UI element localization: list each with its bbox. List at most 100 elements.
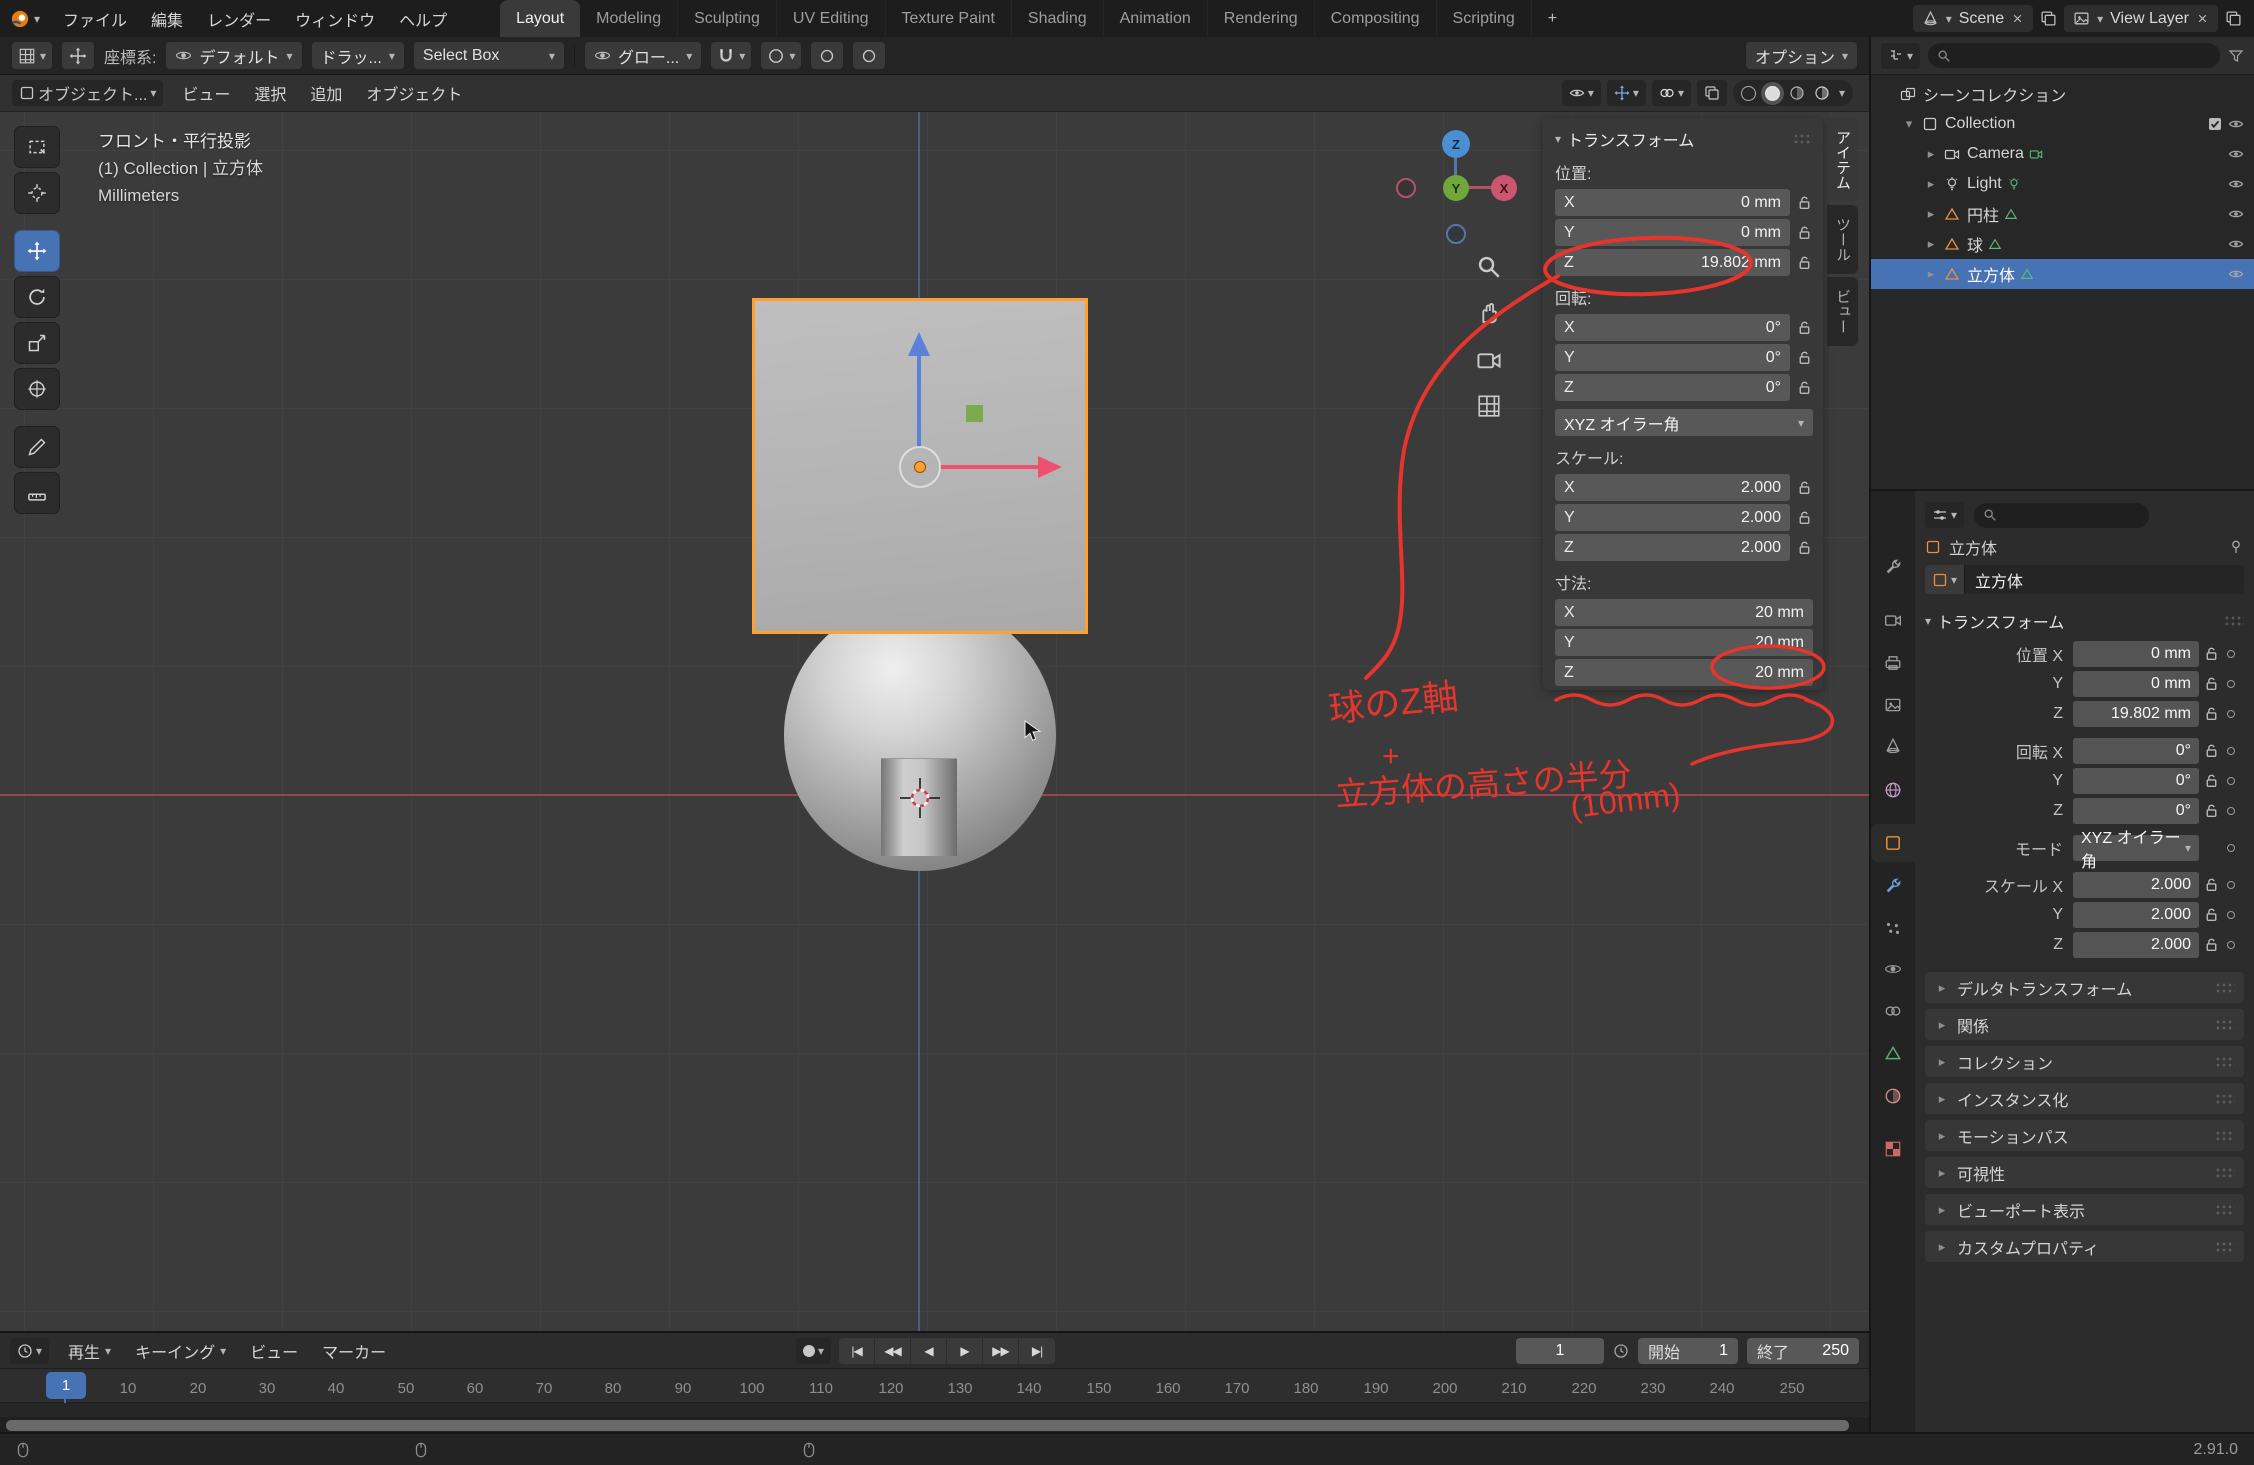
copy-scene-icon[interactable] bbox=[2040, 10, 2057, 27]
workspace-tab-texture-paint[interactable]: Texture Paint bbox=[886, 0, 1012, 37]
scene-selector[interactable]: ▾ Scene bbox=[1912, 5, 2034, 32]
breadcrumb-label[interactable]: 立方体 bbox=[1949, 535, 1997, 559]
expand-icon[interactable]: ▸ bbox=[1923, 176, 1939, 192]
collapse-icon[interactable]: ▾ bbox=[1901, 116, 1917, 132]
tool-scale[interactable] bbox=[14, 322, 60, 364]
lock-icon[interactable] bbox=[2203, 936, 2220, 953]
toggle-button-b[interactable] bbox=[853, 42, 886, 69]
tool-transform[interactable] bbox=[14, 368, 60, 410]
active-tool-icon-button[interactable] bbox=[62, 42, 95, 69]
view-layer-selector[interactable]: ▾ View Layer bbox=[2064, 5, 2218, 32]
chevron-down-icon[interactable]: ▾ bbox=[1839, 87, 1845, 99]
transport-button-4[interactable]: ▶▶ bbox=[983, 1338, 1020, 1364]
zoom-icon[interactable] bbox=[1476, 254, 1502, 280]
timeline-menu[interactable]: キーイング ▾ bbox=[124, 1335, 237, 1367]
transform-value-field[interactable]: 0° bbox=[2073, 767, 2199, 794]
gizmo-plane-handle[interactable] bbox=[966, 405, 983, 422]
dimensions-z-field[interactable]: Z 20 mm bbox=[1555, 659, 1813, 686]
solid-shading-button[interactable] bbox=[1764, 85, 1780, 101]
nav-axis-x-negative[interactable] bbox=[1396, 178, 1416, 198]
workspace-tab-scripting[interactable]: Scripting bbox=[1437, 0, 1532, 37]
drag-grip-icon[interactable] bbox=[1793, 133, 1813, 145]
animate-dot-icon[interactable] bbox=[2227, 649, 2235, 658]
topbar-menu[interactable]: ヘルプ bbox=[388, 3, 458, 35]
nav-axis-y[interactable]: Y bbox=[1443, 175, 1469, 201]
timeline-menu[interactable]: マーカー bbox=[311, 1335, 397, 1367]
playhead-badge[interactable]: 1 bbox=[46, 1372, 86, 1399]
animate-dot-icon[interactable] bbox=[2227, 746, 2235, 755]
xray-toggle[interactable] bbox=[1696, 80, 1727, 106]
tool-measure[interactable] bbox=[14, 472, 60, 514]
select-mode-dropdown[interactable]: Select Box ▾ bbox=[413, 42, 564, 69]
tool-cursor[interactable] bbox=[14, 172, 60, 214]
timeline-ruler[interactable]: 1 10 20 30 40 50 60 70 80 90 100 110 120 130 140 150 16… bbox=[0, 1369, 1869, 1403]
scale-y-field[interactable]: Y 2.000 bbox=[1555, 504, 1790, 531]
timeline-menu[interactable]: 再生 ▾ bbox=[57, 1335, 122, 1367]
animate-dot-icon[interactable] bbox=[2227, 880, 2235, 889]
properties-editor-type-button[interactable]: ▾ bbox=[1925, 502, 1965, 528]
workspace-tab-rendering[interactable]: Rendering bbox=[1208, 0, 1315, 37]
lock-icon[interactable] bbox=[1796, 254, 1813, 271]
properties-tab-world[interactable] bbox=[1871, 771, 1915, 809]
lock-icon[interactable] bbox=[1796, 194, 1813, 211]
pin-icon[interactable] bbox=[2228, 539, 2244, 555]
workspace-tab-modeling[interactable]: Modeling bbox=[580, 0, 679, 37]
dimensions-y-field[interactable]: Y 20 mm bbox=[1555, 629, 1813, 656]
perspective-toggle-icon[interactable] bbox=[1476, 393, 1502, 419]
properties-tab-object[interactable] bbox=[1871, 824, 1915, 862]
expand-icon[interactable]: ▸ bbox=[1923, 266, 1939, 282]
properties-tab-texture[interactable] bbox=[1871, 1130, 1915, 1168]
expand-icon[interactable]: ▸ bbox=[1923, 236, 1939, 252]
animate-dot-icon[interactable] bbox=[2227, 843, 2235, 852]
properties-tab-output[interactable] bbox=[1871, 644, 1915, 682]
transform-value-field[interactable]: 0 mm bbox=[2073, 640, 2199, 667]
properties-tab-tool[interactable] bbox=[1871, 548, 1915, 586]
gizmo-z-arrowhead-icon[interactable] bbox=[908, 332, 930, 356]
timeline-menu[interactable]: ビュー bbox=[239, 1335, 309, 1367]
rotation-mode-dropdown[interactable]: XYZ オイラー角 ▾ bbox=[1555, 409, 1813, 436]
lock-icon[interactable] bbox=[1796, 479, 1813, 496]
transform-panel-header[interactable]: ▾ トランスフォーム bbox=[1555, 127, 1813, 151]
topbar-menu[interactable]: ファイル bbox=[52, 3, 138, 35]
timeline-editor-type-button[interactable]: ▾ bbox=[10, 1337, 50, 1364]
eye-icon[interactable] bbox=[2228, 146, 2244, 162]
copy-view-layer-icon[interactable] bbox=[2225, 10, 2242, 27]
transform-value-field[interactable]: 2.000 bbox=[2073, 931, 2199, 958]
panel-section[interactable]: ▸ モーションパス bbox=[1925, 1120, 2244, 1151]
properties-tab-modifiers[interactable] bbox=[1871, 867, 1915, 905]
eye-icon[interactable] bbox=[2228, 266, 2244, 282]
lock-icon[interactable] bbox=[1796, 349, 1813, 366]
pivot-dropdown[interactable]: グロー... ▾ bbox=[584, 42, 702, 69]
gizmo-x-arrow[interactable] bbox=[940, 465, 1040, 469]
lock-icon[interactable] bbox=[1796, 509, 1813, 526]
visibility-dropdown[interactable]: ▾ bbox=[1561, 80, 1601, 106]
transform-section-header[interactable]: ▾ トランスフォーム bbox=[1925, 606, 2244, 636]
panel-section[interactable]: ▸ 関係 bbox=[1925, 1009, 2244, 1040]
nav-axis-z[interactable]: Z bbox=[1442, 130, 1470, 158]
lock-icon[interactable] bbox=[2203, 906, 2220, 923]
workspace-tab-uv-editing[interactable]: UV Editing bbox=[777, 0, 886, 37]
transport-button-3[interactable]: ▶ bbox=[947, 1338, 984, 1364]
transform-value-field[interactable]: 0° bbox=[2073, 797, 2199, 824]
drag-action-dropdown[interactable]: ドラッ... ▾ bbox=[311, 42, 404, 69]
close-icon[interactable] bbox=[2011, 12, 2024, 25]
rendered-shading-button[interactable] bbox=[1814, 85, 1830, 101]
tool-move[interactable] bbox=[14, 230, 60, 272]
object-selector-button[interactable]: ▾ bbox=[1925, 565, 1965, 594]
transform-value-field[interactable]: 2.000 bbox=[2073, 871, 2199, 898]
transform-value-field[interactable]: 2.000 bbox=[2073, 901, 2199, 928]
outliner-row[interactable]: ▸ Camera bbox=[1871, 139, 2254, 169]
scale-z-field[interactable]: Z 2.000 bbox=[1555, 534, 1790, 561]
lock-icon[interactable] bbox=[1796, 379, 1813, 396]
topbar-menu[interactable]: レンダー bbox=[196, 3, 282, 35]
topbar-menu[interactable]: 編集 bbox=[140, 3, 194, 35]
animate-dot-icon[interactable] bbox=[2227, 679, 2235, 688]
rotation-x-field[interactable]: X 0° bbox=[1555, 314, 1790, 341]
panel-section[interactable]: ▸ コレクション bbox=[1925, 1046, 2244, 1077]
end-frame-field[interactable]: 終了 250 bbox=[1747, 1337, 1859, 1364]
properties-tab-render[interactable] bbox=[1871, 601, 1915, 639]
properties-tab-constraints[interactable] bbox=[1871, 992, 1915, 1030]
properties-tab-view-layer[interactable] bbox=[1871, 686, 1915, 724]
properties-tab-object-data[interactable] bbox=[1871, 1034, 1915, 1072]
workspace-tab-shading[interactable]: Shading bbox=[1012, 0, 1104, 37]
